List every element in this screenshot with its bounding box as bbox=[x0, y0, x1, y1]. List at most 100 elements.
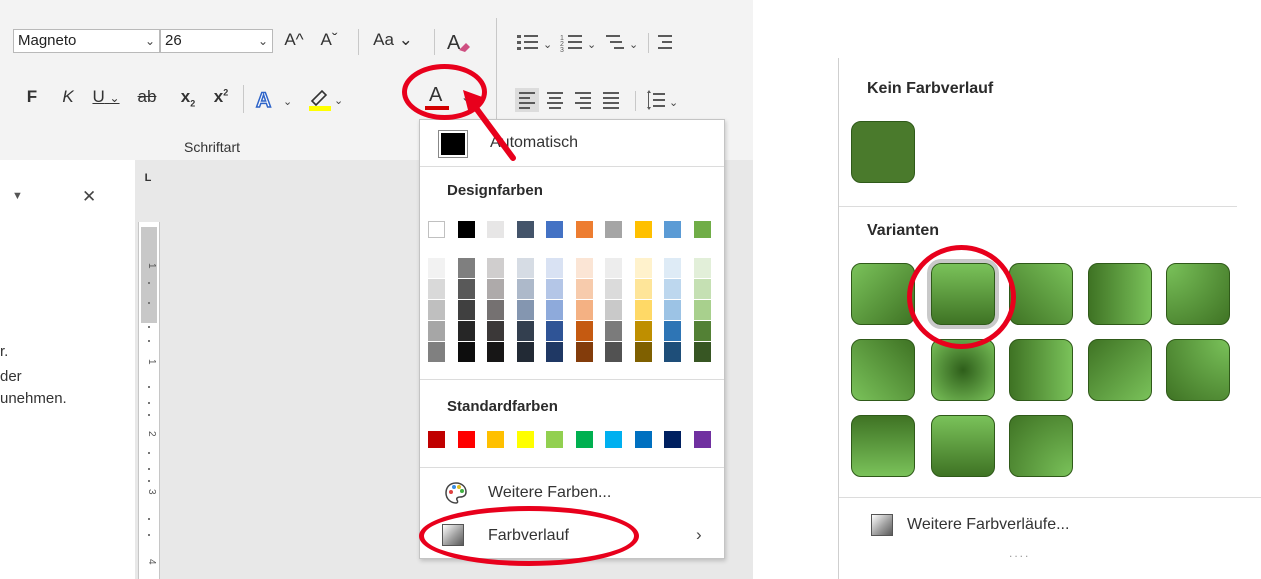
tint-color-swatch[interactable] bbox=[575, 258, 593, 278]
chevron-down-icon[interactable]: ⌄ bbox=[145, 30, 155, 52]
gradient-variant-tile[interactable] bbox=[851, 415, 915, 477]
shrink-font-button[interactable]: Aˇ bbox=[316, 30, 342, 50]
tint-color-swatch[interactable] bbox=[546, 300, 563, 320]
standard-color-swatch[interactable] bbox=[664, 431, 681, 448]
theme-color-swatch[interactable] bbox=[575, 221, 593, 238]
gradient-variant-tile[interactable] bbox=[1009, 263, 1073, 325]
tint-color-swatch[interactable] bbox=[546, 258, 563, 278]
tint-color-swatch[interactable] bbox=[428, 258, 445, 278]
gradient-variant-tile[interactable] bbox=[1088, 339, 1152, 401]
gradient-variant-tile[interactable] bbox=[1166, 263, 1230, 325]
gradient-variant-tile[interactable] bbox=[851, 263, 915, 325]
tint-color-swatch[interactable] bbox=[664, 258, 681, 278]
clear-formatting-icon[interactable]: A bbox=[445, 28, 473, 56]
standard-color-swatch[interactable] bbox=[487, 431, 504, 448]
tint-color-swatch[interactable] bbox=[457, 342, 475, 362]
tint-color-swatch[interactable] bbox=[634, 321, 652, 341]
more-colors-item[interactable]: Weitere Farben... bbox=[424, 477, 720, 509]
tint-color-swatch[interactable] bbox=[664, 321, 681, 341]
tint-color-swatch[interactable] bbox=[457, 279, 475, 299]
tint-color-swatch[interactable] bbox=[546, 279, 563, 299]
tint-color-swatch[interactable] bbox=[457, 321, 475, 341]
tint-color-swatch[interactable] bbox=[428, 279, 445, 299]
tint-color-swatch[interactable] bbox=[605, 321, 622, 341]
tint-color-swatch[interactable] bbox=[487, 279, 504, 299]
tint-color-swatch[interactable] bbox=[605, 258, 622, 278]
tint-color-swatch[interactable] bbox=[516, 258, 534, 278]
theme-color-swatch[interactable] bbox=[605, 221, 622, 238]
bold-button[interactable]: F bbox=[24, 87, 40, 107]
standard-color-swatch[interactable] bbox=[516, 431, 534, 448]
tint-color-swatch[interactable] bbox=[634, 300, 652, 320]
tint-color-swatch[interactable] bbox=[634, 342, 652, 362]
tint-color-swatch[interactable] bbox=[634, 258, 652, 278]
tint-color-swatch[interactable] bbox=[605, 342, 622, 362]
theme-color-swatch[interactable] bbox=[693, 221, 711, 238]
theme-color-swatch[interactable] bbox=[546, 221, 563, 238]
tint-color-swatch[interactable] bbox=[546, 321, 563, 341]
theme-color-swatch[interactable] bbox=[428, 221, 445, 238]
tint-color-swatch[interactable] bbox=[693, 279, 711, 299]
tint-color-swatch[interactable] bbox=[575, 342, 593, 362]
gradient-variant-tile[interactable] bbox=[1009, 415, 1073, 477]
resize-grip[interactable]: .... bbox=[1009, 546, 1030, 560]
gradient-variant-tile[interactable] bbox=[1166, 339, 1230, 401]
font-name-combo[interactable]: Magneto ⌄ bbox=[13, 29, 160, 53]
tint-color-swatch[interactable] bbox=[575, 300, 593, 320]
tint-color-swatch[interactable] bbox=[516, 300, 534, 320]
tint-color-swatch[interactable] bbox=[428, 300, 445, 320]
strikethrough-button[interactable]: ab bbox=[132, 87, 162, 107]
change-case-button[interactable]: Aa ⌄ bbox=[370, 30, 416, 50]
chevron-down-icon[interactable]: ⌄ bbox=[258, 30, 268, 52]
tab-stop-selector[interactable]: L bbox=[140, 172, 156, 186]
superscript-button[interactable]: x2 bbox=[210, 87, 232, 107]
standard-color-swatch[interactable] bbox=[428, 431, 445, 448]
tint-color-swatch[interactable] bbox=[634, 279, 652, 299]
close-icon[interactable]: ✕ bbox=[82, 187, 96, 207]
more-gradients-item[interactable]: Weitere Farbverläufe... bbox=[859, 508, 1219, 542]
tint-color-swatch[interactable] bbox=[546, 342, 563, 362]
tint-color-swatch[interactable] bbox=[575, 321, 593, 341]
pane-options-icon[interactable]: ▼ bbox=[12, 190, 23, 202]
gradient-variant-tile[interactable] bbox=[931, 415, 995, 477]
standard-color-swatch[interactable] bbox=[575, 431, 593, 448]
tint-color-swatch[interactable] bbox=[516, 279, 534, 299]
font-size-combo[interactable]: 26 ⌄ bbox=[160, 29, 273, 53]
standard-color-swatch[interactable] bbox=[605, 431, 622, 448]
tint-color-swatch[interactable] bbox=[428, 342, 445, 362]
tint-color-swatch[interactable] bbox=[487, 321, 504, 341]
text-effects-icon[interactable]: A ⌄ bbox=[255, 86, 299, 114]
tint-color-swatch[interactable] bbox=[605, 300, 622, 320]
gradient-variant-tile[interactable] bbox=[851, 339, 915, 401]
gradient-variant-tile[interactable] bbox=[1009, 339, 1073, 401]
tint-color-swatch[interactable] bbox=[487, 300, 504, 320]
tint-color-swatch[interactable] bbox=[605, 279, 622, 299]
tint-color-swatch[interactable] bbox=[693, 342, 711, 362]
no-gradient-tile[interactable] bbox=[851, 121, 915, 183]
tint-color-swatch[interactable] bbox=[457, 300, 475, 320]
subscript-button[interactable]: x2 bbox=[177, 87, 199, 108]
standard-color-swatch[interactable] bbox=[457, 431, 475, 448]
gradient-variant-tile[interactable] bbox=[1088, 263, 1152, 325]
tint-color-swatch[interactable] bbox=[516, 342, 534, 362]
tint-color-swatch[interactable] bbox=[487, 342, 504, 362]
tint-color-swatch[interactable] bbox=[664, 300, 681, 320]
theme-color-swatch[interactable] bbox=[457, 221, 475, 238]
tint-color-swatch[interactable] bbox=[664, 342, 681, 362]
standard-color-swatch[interactable] bbox=[546, 431, 563, 448]
tint-color-swatch[interactable] bbox=[457, 258, 475, 278]
underline-button[interactable]: U ⌄ bbox=[88, 87, 124, 107]
standard-color-swatch[interactable] bbox=[634, 431, 652, 448]
theme-color-swatch[interactable] bbox=[516, 221, 534, 238]
tint-color-swatch[interactable] bbox=[428, 321, 445, 341]
tint-color-swatch[interactable] bbox=[693, 321, 711, 341]
tint-color-swatch[interactable] bbox=[487, 258, 504, 278]
grow-font-button[interactable]: A^ bbox=[283, 30, 305, 50]
theme-color-swatch[interactable] bbox=[487, 221, 504, 238]
tint-color-swatch[interactable] bbox=[516, 321, 534, 341]
standard-color-swatch[interactable] bbox=[693, 431, 711, 448]
tint-color-swatch[interactable] bbox=[664, 279, 681, 299]
theme-color-swatch[interactable] bbox=[664, 221, 681, 238]
theme-color-swatch[interactable] bbox=[634, 221, 652, 238]
tint-color-swatch[interactable] bbox=[693, 258, 711, 278]
